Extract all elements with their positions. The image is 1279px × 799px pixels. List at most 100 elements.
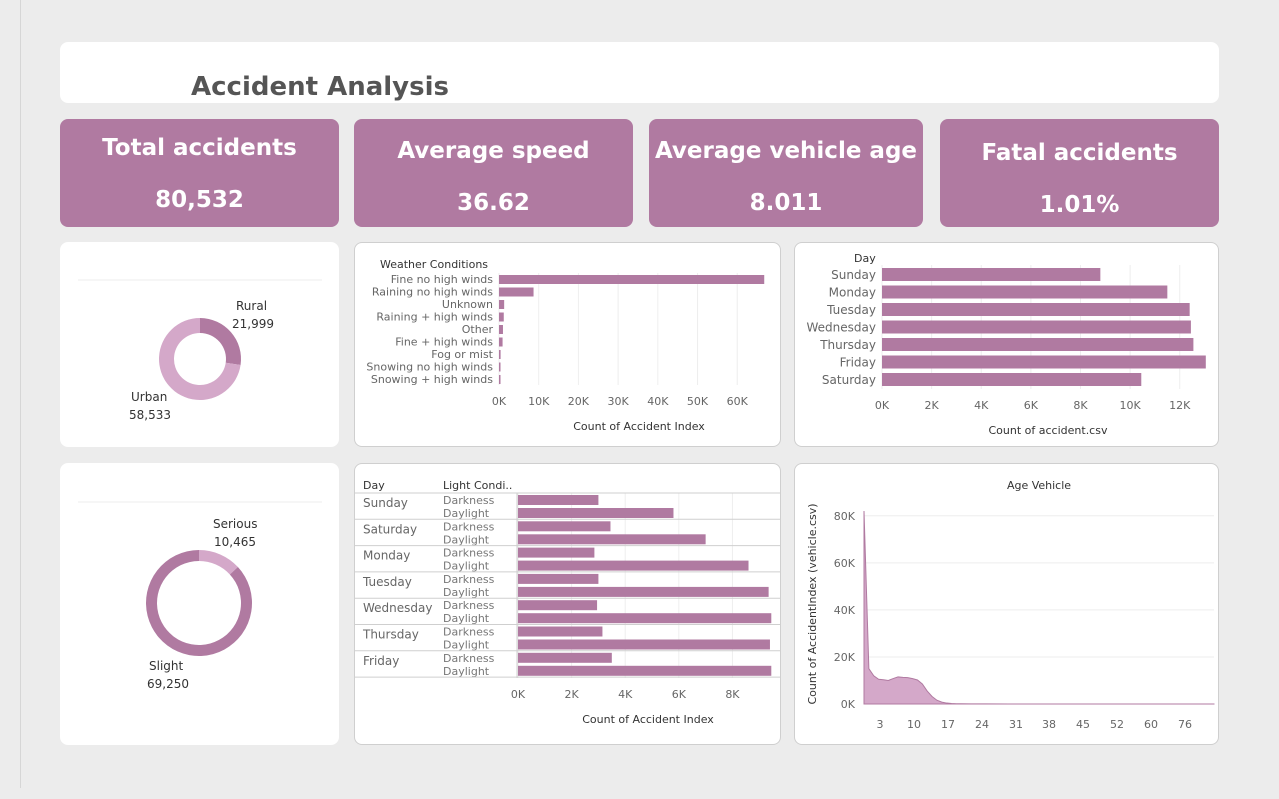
day-label: Sunday — [363, 496, 408, 510]
day-bar-chart[interactable]: Day 0K 2K 4K 6K 8K 10K 12K Sunday Monday Tuesday We… — [795, 243, 1218, 446]
age-vehicle-card: Age Vehicle 0K 20K 40K 60K 80K 3 10 17 24 31 38 45 52… — [794, 463, 1219, 745]
bar[interactable] — [499, 312, 504, 322]
category-label: Fog or mist — [431, 348, 493, 361]
bar[interactable] — [499, 337, 503, 347]
kpi-total-accidents[interactable]: Total accidents 80,532 — [60, 119, 339, 227]
category-label: Friday — [840, 356, 876, 370]
y-tick-label: 80K — [834, 510, 856, 523]
day-label: Friday — [363, 654, 399, 668]
light-label: Daylight — [443, 560, 490, 573]
x-tick-label: 8K — [725, 688, 740, 701]
x-tick-label: 0K — [511, 688, 526, 701]
bar[interactable] — [518, 613, 772, 624]
bar[interactable] — [882, 320, 1191, 334]
bar[interactable] — [518, 573, 599, 584]
chart-title: Age Vehicle — [1007, 479, 1071, 492]
category-label: Other — [462, 323, 494, 336]
light-label: Daylight — [443, 665, 490, 678]
kpi-value: 36.62 — [457, 190, 530, 216]
bar[interactable] — [518, 547, 595, 558]
bar[interactable] — [882, 303, 1190, 316]
light-label: Darkness — [443, 652, 495, 665]
bar[interactable] — [518, 600, 598, 611]
bar[interactable] — [518, 508, 674, 518]
y-axis-label: Count of AccidentIndex (vehicle.csv) — [806, 503, 819, 704]
bar[interactable] — [499, 375, 501, 384]
x-axis-label: Count of Accident Index — [582, 713, 714, 726]
x-tick-label: 3 — [877, 718, 884, 731]
bar[interactable] — [499, 362, 501, 372]
x-tick-label: 4K — [974, 399, 989, 412]
bar[interactable] — [518, 495, 599, 505]
bar[interactable] — [499, 350, 501, 359]
kpi-label: Average speed — [397, 138, 590, 164]
x-axis-label: Count of accident.csv — [989, 424, 1108, 437]
donut-slice-serious[interactable] — [199, 550, 238, 575]
bar[interactable] — [518, 560, 749, 571]
x-tick-label: 6K — [1024, 399, 1039, 412]
bar[interactable] — [882, 268, 1101, 281]
category-label: Monday — [829, 286, 876, 300]
light-label: Daylight — [443, 586, 490, 599]
category-header: Weather Conditions — [380, 258, 488, 271]
kpi-average-vehicle-age[interactable]: Average vehicle age 8.011 — [649, 119, 923, 227]
kpi-fatal-accidents[interactable]: Fatal accidents 1.01% — [940, 119, 1219, 227]
x-tick-label: 76 — [1178, 718, 1192, 731]
bar[interactable] — [518, 586, 769, 597]
bar[interactable] — [882, 338, 1194, 351]
x-tick-label: 10K — [1120, 399, 1142, 412]
area-series[interactable] — [863, 511, 1215, 705]
x-tick-label: 20K — [568, 395, 590, 408]
light-label: Darkness — [443, 520, 495, 533]
bar[interactable] — [499, 325, 503, 334]
bar[interactable] — [882, 285, 1168, 299]
category-label: Sunday — [831, 268, 876, 282]
x-tick-label: 12K — [1169, 399, 1191, 412]
category-label: Wednesday — [807, 321, 876, 335]
severity-card: Serious 10,465 Slight 69,250 — [60, 463, 339, 745]
urban-rural-donut[interactable]: Rural 21,999 Urban 58,533 — [60, 242, 339, 447]
age-vehicle-area-chart[interactable]: Age Vehicle 0K 20K 40K 60K 80K 3 10 17 24 31 38 45 52… — [795, 464, 1218, 744]
weather-bar-chart[interactable]: Weather Conditions 0K 10K 20K 30K 40K 50K 60K Fi… — [355, 243, 780, 446]
category-label: Fine no high winds — [391, 273, 494, 286]
bar[interactable] — [518, 639, 770, 650]
light-label: Darkness — [443, 573, 495, 586]
slice-value-slight: 69,250 — [147, 677, 189, 691]
light-label: Daylight — [443, 533, 490, 546]
bar[interactable] — [499, 275, 765, 284]
bar[interactable] — [882, 355, 1206, 369]
x-tick-label: 4K — [618, 688, 633, 701]
bar[interactable] — [518, 652, 612, 663]
category-label: Unknown — [442, 298, 493, 311]
category-label: Tuesday — [826, 303, 876, 317]
light-conditions-bar-chart[interactable]: Day Light Condi.. 0K 2K 4K 6K 8K Sunday Darkness… — [355, 464, 780, 744]
light-label: Daylight — [443, 612, 490, 625]
light-label: Daylight — [443, 639, 490, 652]
category-label: Snowing + high winds — [371, 373, 493, 386]
x-axis-label: Count of Accident Index — [573, 420, 705, 433]
light-label: Darkness — [443, 599, 495, 612]
slice-value-urban: 58,533 — [129, 408, 171, 422]
slice-label-slight: Slight — [149, 659, 184, 673]
x-tick-label: 50K — [687, 395, 709, 408]
title-card: Accident Analysis — [60, 42, 1219, 103]
bar[interactable] — [882, 373, 1142, 386]
kpi-value: 80,532 — [155, 187, 244, 213]
bar[interactable] — [518, 626, 603, 637]
kpi-value: 1.01% — [1039, 192, 1120, 218]
row-header-day: Day — [363, 479, 385, 492]
bar[interactable] — [499, 287, 534, 297]
kpi-average-speed[interactable]: Average speed 36.62 — [354, 119, 633, 227]
bar[interactable] — [518, 665, 772, 676]
bar[interactable] — [518, 521, 611, 532]
x-tick-label: 60K — [727, 395, 749, 408]
x-tick-label: 40K — [647, 395, 669, 408]
bar[interactable] — [499, 300, 505, 309]
category-label: Saturday — [822, 373, 876, 387]
row-header-light: Light Condi.. — [443, 479, 512, 492]
day-label: Saturday — [363, 522, 417, 536]
day-label: Monday — [363, 549, 410, 563]
severity-donut[interactable]: Serious 10,465 Slight 69,250 — [60, 463, 339, 745]
x-tick-label: 30K — [608, 395, 630, 408]
bar[interactable] — [518, 534, 706, 545]
